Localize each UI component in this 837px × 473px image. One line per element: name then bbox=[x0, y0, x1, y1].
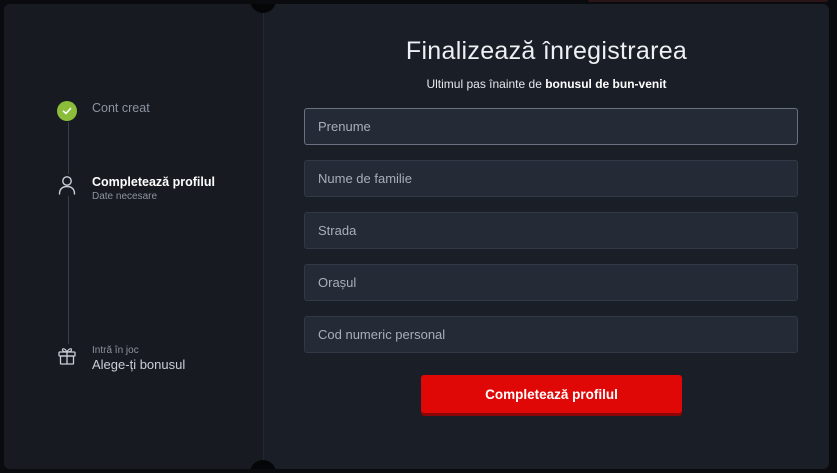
form-subtitle-prefix: Ultimul pas înainte de bbox=[426, 77, 546, 91]
step-title: Completează profilul bbox=[92, 175, 215, 189]
user-icon bbox=[56, 174, 78, 196]
personal-id-input[interactable] bbox=[304, 316, 798, 353]
first-name-input[interactable] bbox=[304, 108, 798, 145]
street-input[interactable] bbox=[304, 212, 798, 249]
step-subtitle: Date necesare bbox=[92, 191, 158, 202]
step-title: Alege-ți bonusul bbox=[92, 357, 186, 372]
check-icon bbox=[56, 100, 78, 122]
gift-icon bbox=[56, 344, 78, 366]
background-header-strip bbox=[588, 0, 828, 2]
complete-profile-button[interactable]: Completează profilul bbox=[421, 375, 682, 413]
step-subtitle: Intră în joc bbox=[92, 345, 139, 356]
progress-sidebar: Cont creat Completează profilul Date nec… bbox=[4, 4, 276, 469]
form-title: Finalizează înregistrarea bbox=[405, 37, 688, 65]
last-name-input[interactable] bbox=[304, 160, 798, 197]
step-complete-profile: Completează profilul Date necesare bbox=[56, 174, 215, 203]
form-subtitle: Ultimul pas înainte de bonusul de bun-ve… bbox=[264, 77, 829, 91]
city-input[interactable] bbox=[304, 264, 798, 301]
step-choose-bonus: Intră în joc Alege-ți bonusul bbox=[56, 344, 185, 373]
profile-form-panel: Finalizează înregistrarea Ultimul pas în… bbox=[264, 4, 829, 469]
step-account-created: Cont creat bbox=[56, 100, 150, 122]
progress-line bbox=[68, 117, 69, 349]
registration-modal: Cont creat Completează profilul Date nec… bbox=[4, 4, 829, 469]
form-subtitle-highlight: bonusul de bun-venit bbox=[545, 77, 667, 91]
step-title: Cont creat bbox=[92, 101, 150, 115]
